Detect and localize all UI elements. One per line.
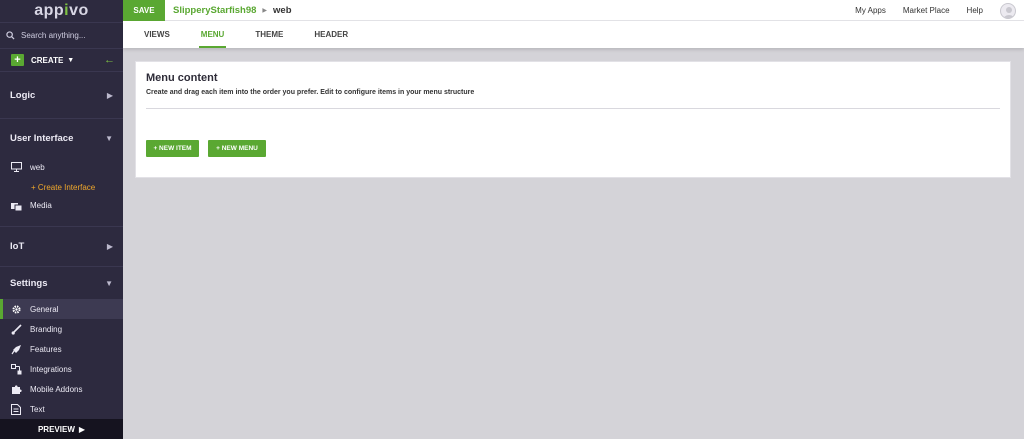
chevron-down-icon: ▼ <box>105 278 113 288</box>
top-bar: SAVE SlipperyStarfish98 ▶ web My Apps Ma… <box>123 0 1024 21</box>
editor-tabs: VIEWS MENU THEME HEADER <box>123 21 1024 48</box>
monitor-icon <box>10 161 22 173</box>
sidebar-item-branding[interactable]: Branding <box>0 319 123 339</box>
menu-content-card: Menu content Create and drag each item i… <box>135 61 1011 178</box>
section-settings[interactable]: Settings ▼ <box>0 267 123 299</box>
new-menu-button[interactable]: + NEW MENU <box>208 140 266 157</box>
market-place-link[interactable]: Market Place <box>903 6 950 15</box>
sidebar-item-media[interactable]: Media <box>0 197 123 227</box>
save-button[interactable]: SAVE <box>123 0 165 21</box>
section-iot[interactable]: IoT ▶ <box>0 227 123 267</box>
integrations-icon <box>10 363 22 375</box>
sidebar-item-integrations[interactable]: Integrations <box>0 359 123 379</box>
section-user-interface[interactable]: User Interface ▼ <box>0 119 123 157</box>
rocket-icon <box>10 343 22 355</box>
chevron-right-icon: ▶ <box>106 242 113 251</box>
caret-down-icon: ▼ <box>67 56 75 64</box>
create-interface-link[interactable]: + Create Interface <box>0 177 123 197</box>
breadcrumb-app[interactable]: SlipperyStarfish98 <box>173 5 256 16</box>
tab-menu[interactable]: MENU <box>198 21 227 48</box>
sidebar-item-mobile-addons[interactable]: Mobile Addons <box>0 379 123 399</box>
top-links: My Apps Market Place Help <box>855 0 1024 21</box>
new-item-button[interactable]: + NEW ITEM <box>146 140 199 157</box>
app-logo[interactable]: app i vo <box>0 0 123 22</box>
sidebar-item-web[interactable]: web <box>0 157 123 177</box>
card-title: Menu content <box>146 72 218 84</box>
avatar[interactable] <box>1000 2 1016 19</box>
media-icon <box>10 201 22 213</box>
sidebar-item-general[interactable]: General <box>0 299 123 319</box>
play-icon: ▶ <box>78 424 86 434</box>
preview-button[interactable]: PREVIEW ▶ <box>0 419 123 439</box>
puzzle-icon <box>10 383 22 395</box>
search-icon <box>6 31 15 40</box>
tab-header[interactable]: HEADER <box>312 21 350 48</box>
collapse-sidebar-icon[interactable]: ← <box>104 54 115 66</box>
brush-icon <box>10 323 22 335</box>
divider <box>146 108 1000 109</box>
tab-views[interactable]: VIEWS <box>142 21 172 48</box>
plus-icon: + <box>11 54 24 66</box>
chevron-right-icon: ▶ <box>106 90 113 100</box>
section-logic[interactable]: Logic ▶ <box>0 72 123 119</box>
tab-theme[interactable]: THEME <box>253 21 285 48</box>
create-button[interactable]: + CREATE ▼ ← <box>0 48 123 72</box>
chevron-down-icon: ▼ <box>105 133 113 143</box>
create-label: CREATE <box>31 55 64 65</box>
help-link[interactable]: Help <box>967 6 983 15</box>
card-subtitle: Create and drag each item into the order… <box>146 89 475 96</box>
sidebar-item-text[interactable]: Text <box>0 399 123 419</box>
breadcrumb-separator-icon: ▶ <box>262 7 268 14</box>
sidebar: app i vo Search anything... + CREATE ▼ ← L… <box>0 0 123 439</box>
search-placeholder: Search anything... <box>21 31 86 40</box>
breadcrumb-page: web <box>273 4 292 16</box>
my-apps-link[interactable]: My Apps <box>855 6 886 15</box>
gear-icon <box>10 303 22 315</box>
search-input[interactable]: Search anything... <box>0 22 123 48</box>
document-icon <box>10 403 22 415</box>
sidebar-item-features[interactable]: Features <box>0 339 123 359</box>
